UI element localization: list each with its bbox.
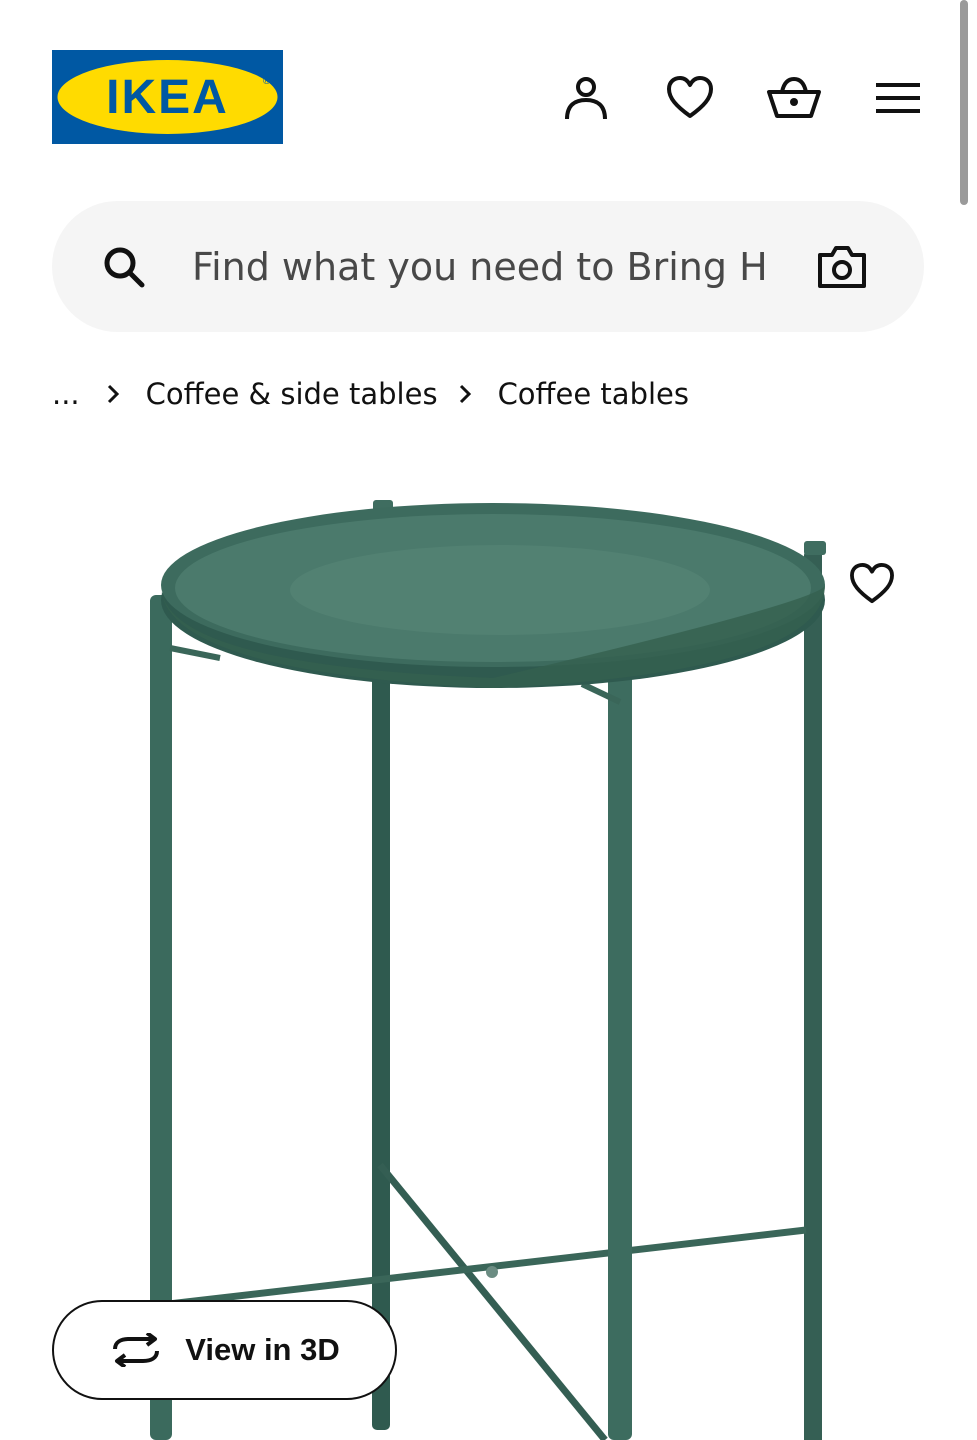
heart-icon <box>667 76 713 118</box>
basket-icon <box>767 76 821 118</box>
ikea-logo[interactable]: IKEA ® <box>52 50 283 144</box>
svg-text:IKEA: IKEA <box>106 71 229 124</box>
add-to-favorites-button[interactable] <box>844 556 900 612</box>
rotate-icon <box>113 1333 160 1367</box>
camera-icon[interactable] <box>816 243 868 291</box>
search-input[interactable] <box>192 239 782 295</box>
favorites-button[interactable] <box>662 70 718 126</box>
person-icon <box>565 77 607 120</box>
chevron-right-icon <box>458 384 488 404</box>
breadcrumb-item-coffee-tables[interactable]: Coffee tables <box>498 377 689 411</box>
view-in-3d-label: View in 3D <box>185 1332 340 1367</box>
heart-icon <box>850 563 894 604</box>
chevron-right-icon <box>106 384 136 404</box>
cart-button[interactable] <box>766 70 822 126</box>
breadcrumb-item-coffee-side-tables[interactable]: Coffee & side tables <box>146 377 438 411</box>
menu-icon <box>876 83 920 113</box>
scrollbar[interactable] <box>960 0 968 205</box>
search-bar <box>52 201 924 332</box>
breadcrumb: ... Coffee & side tables Coffee tables <box>52 372 709 416</box>
account-button[interactable] <box>558 70 614 126</box>
product-image <box>150 500 826 1440</box>
menu-button[interactable] <box>870 70 926 126</box>
svg-text:®: ® <box>263 76 271 87</box>
search-icon[interactable] <box>100 243 148 291</box>
breadcrumb-overflow[interactable]: ... <box>52 377 80 411</box>
view-in-3d-button[interactable]: View in 3D <box>52 1300 397 1400</box>
